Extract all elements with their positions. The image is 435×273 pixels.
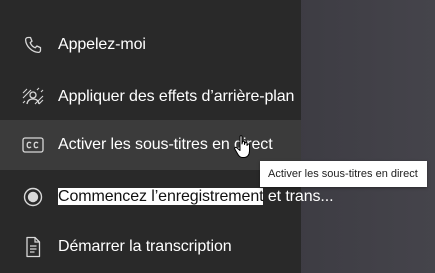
transcript-icon [20,234,46,260]
menu-item-label: Appelez-moi [58,36,146,53]
menu-item-start-recording[interactable]: Commencez l’enregistrement et trans... [0,172,334,222]
record-icon [20,184,46,210]
label-remainder: et trans... [263,188,334,205]
menu-item-label: Commencez l’enregistrement et trans... [58,188,334,206]
selected-text: Commencez l’enregistrement [58,188,264,205]
menu-item-start-transcription[interactable]: Démarrer la transcription [0,222,301,272]
phone-icon [20,32,46,58]
menu-item-background-effects[interactable]: Appliquer des effets d’arrière-plan [0,72,301,122]
tooltip: Activer les sous-titres en direct [260,161,427,187]
menu-item-label: Démarrer la transcription [58,238,232,255]
menu-item-label: Appliquer des effets d’arrière-plan [58,88,295,105]
background-effects-icon [20,84,46,110]
closed-captions-icon [20,132,46,158]
hand-pointer-cursor-icon [232,134,256,160]
meeting-window: Appelez-moi Appliquer des effets d’arriè… [0,0,435,273]
menu-item-call-me[interactable]: Appelez-moi [0,20,301,70]
